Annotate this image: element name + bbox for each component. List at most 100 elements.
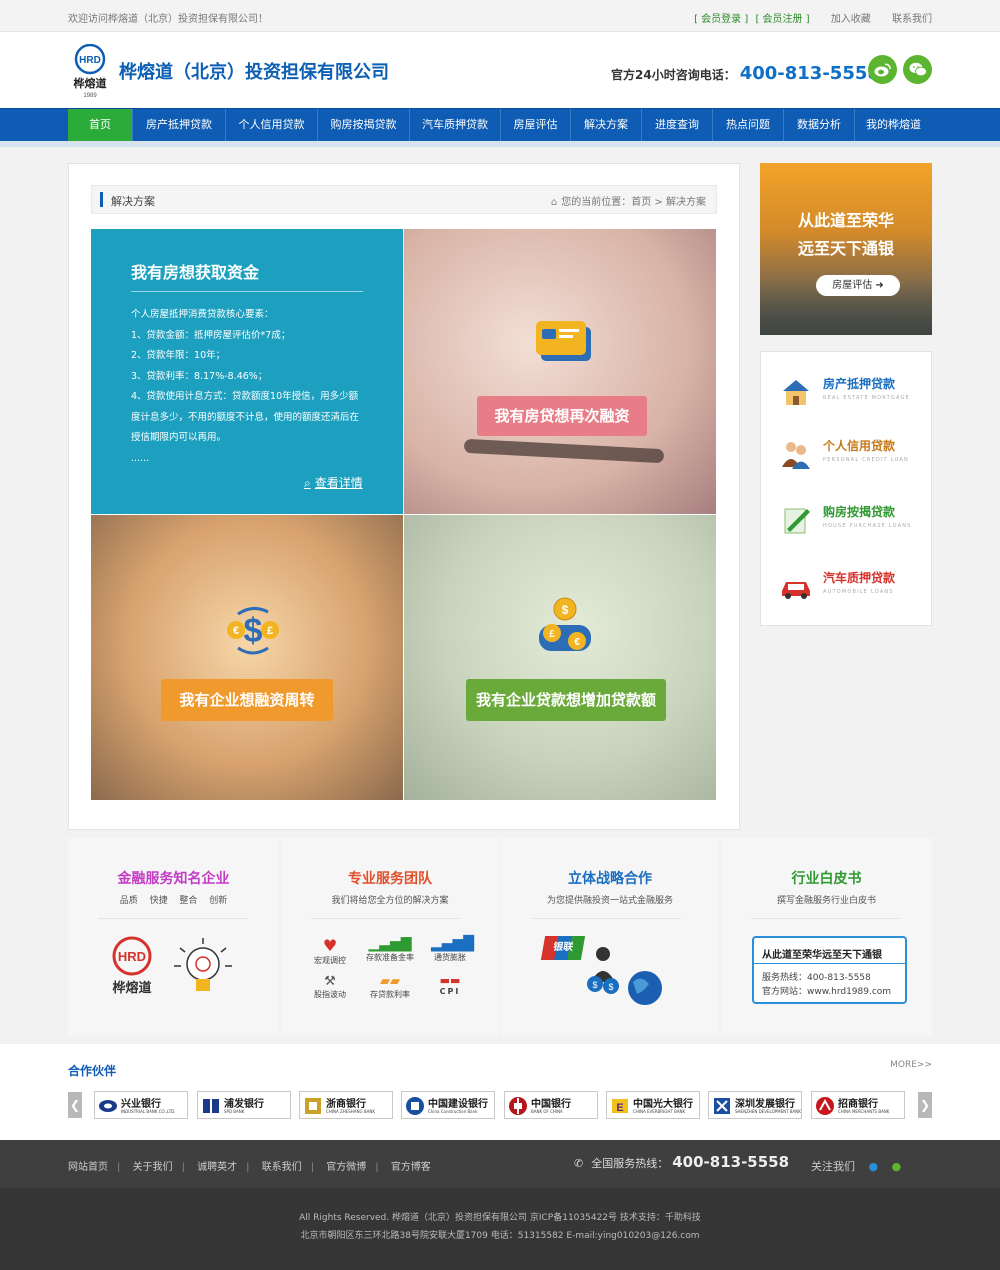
- logo-text: 桦熔道: [73, 76, 107, 90]
- nav-item-home[interactable]: 首页: [68, 109, 133, 141]
- partner-bank-cmb[interactable]: 招商银行 CHINA MERCHANTS BANK: [811, 1091, 905, 1119]
- weibo-icon[interactable]: [868, 55, 897, 84]
- partner-bank-czb[interactable]: 浙商银行 CHINA ZHESHANG BANK: [299, 1091, 393, 1119]
- increase-loan-label[interactable]: 我有企业贷款想增加贷款额: [466, 679, 666, 721]
- nav-item-credit[interactable]: 个人信用贷款: [226, 109, 318, 141]
- loan-menu: 房产抵押贷款 REAL ESTATE MORTGAGE 个人信用贷款 PERSO…: [760, 351, 932, 626]
- bank-logo-icon: [508, 1096, 528, 1116]
- icon-label: 宏观调控: [314, 956, 346, 965]
- feature-title: 行业白皮书: [791, 871, 862, 887]
- solution-tile-enterprise-turnover[interactable]: € £ $ 我有企业想融资周转: [91, 515, 403, 800]
- main-nav: 首页 房产抵押贷款 个人信用贷款 购房按揭贷款 汽车质押贷款 房屋评估 解决方案…: [0, 108, 1000, 141]
- cart-icon: ▬▬: [439, 974, 461, 987]
- bank-logo-icon: E: [610, 1096, 630, 1116]
- loan-menu-auto[interactable]: 汽车质押贷款 AUTOMOBILE LOANS: [779, 565, 929, 605]
- loan-menu-mortgage[interactable]: 房产抵押贷款 REAL ESTATE MORTGAGE: [779, 371, 929, 411]
- footer-link-blog[interactable]: 官方博客: [391, 1162, 431, 1173]
- current-position: ⌂ 您的当前位置：首页 > 解决方案: [551, 193, 706, 208]
- loan-menu-title: 汽车质押贷款: [823, 571, 896, 585]
- nav-item-hot-issues[interactable]: 热点问题: [713, 109, 784, 141]
- copyright-text: All Rights Reserved. 桦熔道（北京）投资担保有限公司 京IC…: [299, 1213, 701, 1223]
- nav-item-my-account[interactable]: 我的桦熔道: [855, 109, 932, 141]
- partner-bank-ccb[interactable]: 中国建设银行 China Construction Bank: [401, 1091, 495, 1119]
- solution-tile-house-funds[interactable]: 我有房想获取资金 个人房屋抵押消费贷款核心要素： 1、贷款金额：抵押房屋评估价*…: [91, 229, 403, 514]
- view-details-link[interactable]: ⌕ 查看详情: [304, 474, 363, 491]
- bank-name-en: SHENZHEN DEVELOPMENT BANK: [735, 1109, 801, 1114]
- nav-item-mortgage[interactable]: 房产抵押贷款: [133, 109, 226, 141]
- car-icon: [779, 569, 813, 603]
- feature-subtitle: 我们将给您全方位的解决方案: [331, 896, 449, 906]
- nav-item-car-loan[interactable]: 汽车质押贷款: [410, 109, 501, 141]
- feature-subtitle: 撰写金融服务行业白皮书: [776, 896, 876, 906]
- feature-title: 专业服务团队: [348, 871, 432, 887]
- desc-line: 个人房屋抵押消费贷款核心要素：: [131, 309, 274, 320]
- enterprise-turnover-label[interactable]: 我有企业想融资周转: [161, 679, 333, 721]
- partner-bank-boc[interactable]: 中国银行 BANK OF CHINA: [504, 1091, 598, 1119]
- header-hotline: 官方24小时咨询电话： 400-813-5558: [611, 63, 880, 84]
- footer-link-contact[interactable]: 联系我们: [262, 1162, 302, 1173]
- partners-prev-button[interactable]: ❮: [68, 1092, 82, 1118]
- loan-menu-house-purchase[interactable]: 购房按揭贷款 HOUSE PURCHASE LOANS: [779, 499, 929, 539]
- solution-tile-increase-loan[interactable]: $ £ € 我有企业贷款想增加贷款额: [404, 515, 716, 800]
- reserve-ratio-icon: ▁▃▅▇ 存款准备金率: [365, 936, 415, 966]
- appraisal-button-label: 房屋评估: [832, 280, 873, 291]
- bank-name: 深圳发展银行: [735, 1099, 795, 1110]
- feature-title: 金融服务知名企业: [117, 871, 230, 887]
- chevron-right-icon: ❯: [919, 1098, 931, 1112]
- footer-link-weibo[interactable]: 官方微博: [326, 1162, 366, 1173]
- appraisal-button[interactable]: 房屋评估 ➜: [816, 275, 900, 296]
- partner-bank-sdb[interactable]: 深圳发展银行 SHENZHEN DEVELOPMENT BANK: [708, 1091, 802, 1119]
- nav-item-house-loan[interactable]: 购房按揭贷款: [318, 109, 410, 141]
- bank-name-en: CHINA MERCHANTS BANK: [838, 1109, 890, 1114]
- partner-bank-cib[interactable]: 兴业银行 INDUSTRIAL BANK CO.,LTD.: [94, 1091, 188, 1119]
- footer-link-home[interactable]: 网站首页: [68, 1162, 108, 1173]
- nav-item-appraisal[interactable]: 房屋评估: [501, 109, 571, 141]
- contact-us-link[interactable]: 联系我们: [892, 10, 932, 25]
- refinance-label[interactable]: 我有房贷想再次融资: [477, 396, 647, 436]
- company-logo[interactable]: HRD 桦熔道 1989: [68, 43, 112, 99]
- pen-icon: [779, 503, 813, 537]
- nav-item-progress[interactable]: 进度查询: [642, 109, 713, 141]
- whitepaper-hotline: 服务热线：400-813-5558: [762, 973, 871, 983]
- bank-name: 中国光大银行: [633, 1099, 693, 1110]
- footer-hotline-label: 全国服务热线：: [591, 1157, 669, 1170]
- bank-name: 中国建设银行: [428, 1099, 488, 1110]
- tile-description: 个人房屋抵押消费贷款核心要素： 1、贷款金额：抵押房屋评估价*7成； 2、贷款年…: [131, 305, 371, 469]
- member-register-link[interactable]: [ 会员注册 ]: [755, 10, 809, 25]
- footer-wechat-icon[interactable]: ●: [892, 1160, 902, 1173]
- people-icon: [779, 437, 813, 471]
- partners-next-button[interactable]: ❯: [918, 1092, 932, 1118]
- member-login-link[interactable]: [ 会员登录 ]: [694, 10, 748, 25]
- footer-hotline: ✆ 全国服务热线： 400-813-5558: [574, 1153, 789, 1171]
- bank-name: 浦发银行: [224, 1099, 264, 1110]
- solution-tile-refinance[interactable]: 我有房贷想再次融资: [404, 229, 716, 514]
- right-banner[interactable]: 从此道至荣华 远至天下通银 房屋评估 ➜: [760, 163, 932, 335]
- desc-line: 2、贷款年限：10年；: [131, 350, 226, 361]
- stock-index-icon: ⚒ 股指波动: [311, 974, 349, 1004]
- bars-icon: ▂▄▆█: [431, 936, 475, 952]
- bank-name: 中国银行: [531, 1099, 571, 1110]
- wechat-icon[interactable]: [903, 55, 932, 84]
- partners-more-link[interactable]: MORE>>: [890, 1060, 932, 1070]
- nav-item-solutions[interactable]: 解决方案: [571, 109, 642, 141]
- footer-link-careers[interactable]: 诚聘英才: [197, 1162, 237, 1173]
- icon-label: 存款准备金率: [366, 953, 414, 962]
- loan-menu-subtitle: PERSONAL CREDIT LOAN: [823, 457, 910, 463]
- partner-bank-spd[interactable]: 浦发银行 SPD BANK: [197, 1091, 291, 1119]
- footer-weibo-icon[interactable]: ●: [869, 1160, 879, 1173]
- desc-line: 1、贷款金额：抵押房屋评估价*7成；: [131, 329, 291, 341]
- bank-name: 浙商银行: [326, 1099, 366, 1110]
- unionpay-logo: 银联: [540, 936, 586, 960]
- svg-text:€: €: [233, 625, 239, 637]
- add-favorite-link[interactable]: 加入收藏: [831, 10, 871, 25]
- nav-item-data-analysis[interactable]: 数据分析: [784, 109, 855, 141]
- follow-us-label: 关注我们: [811, 1160, 855, 1173]
- inflation-icon: ▂▄▆█ 通货膨胀: [431, 936, 475, 966]
- icon-label: 存贷款利率: [370, 990, 410, 999]
- bank-name-en: China Construction Bank: [428, 1109, 478, 1114]
- loan-menu-credit[interactable]: 个人信用贷款 PERSONAL CREDIT LOAN: [779, 433, 929, 473]
- top-links: [ 会员登录 ] [ 会员注册 ] 加入收藏 联系我们: [694, 10, 932, 25]
- footer-link-about[interactable]: 关于我们: [133, 1162, 173, 1173]
- partner-bank-ceb[interactable]: E 中国光大银行 CHINA EVERBRIGHT BANK: [606, 1091, 700, 1119]
- whitepaper-card[interactable]: 从此道至荣华远至天下通银 服务热线：400-813-5558 官方网站：www.…: [752, 936, 907, 1004]
